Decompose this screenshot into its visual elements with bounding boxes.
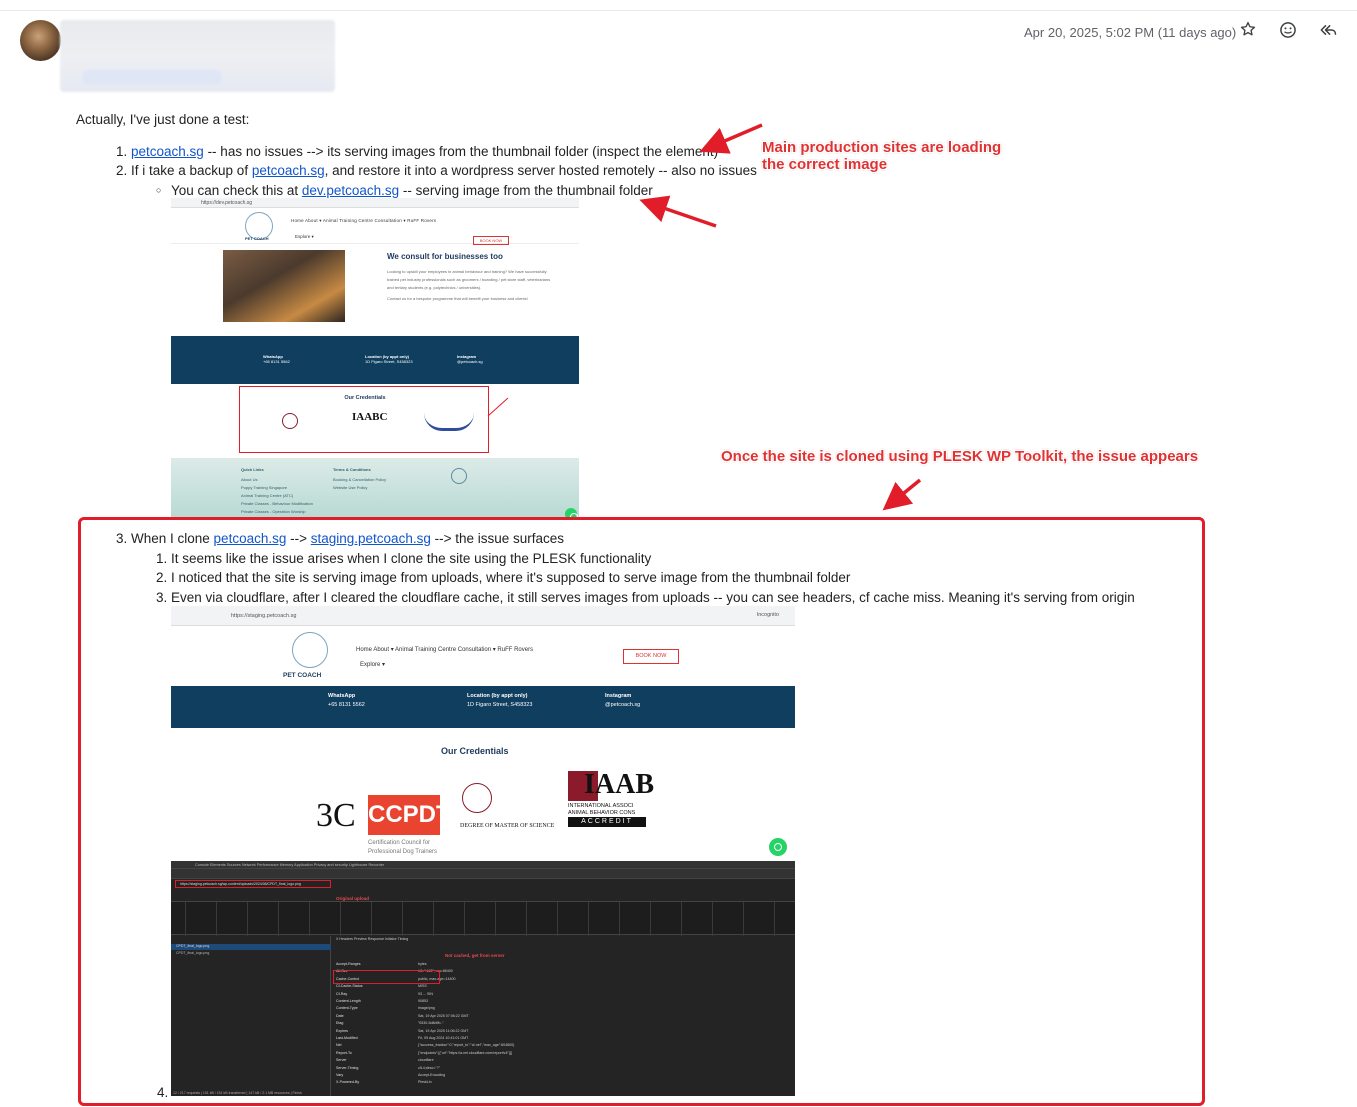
arrow-to-dev-site <box>639 195 717 228</box>
list-item: 2. If i take a backup of petcoach.sg, an… <box>76 161 1176 200</box>
site-header: PET COACH Home About ▾ Animal Training C… <box>171 208 579 245</box>
contact-text: Contact us for a bespoke programme that … <box>387 296 528 301</box>
quick-links-heading: Quick Links <box>241 467 264 472</box>
issue-highlight-box <box>78 517 1205 1106</box>
item-text: You can check this at <box>171 182 302 198</box>
item-text: -- serving image from the thumbnail fold… <box>399 182 653 198</box>
petcoach-link[interactable]: petcoach.sg <box>252 163 325 178</box>
credentials-heading: Our Credentials <box>344 395 386 401</box>
petcoach-link[interactable]: petcoach.sg <box>131 144 204 159</box>
quick-links: About Us Puppy Training Singapore Animal… <box>241 477 313 514</box>
browser-address-bar: https://dev.petcoach.sg <box>171 198 579 208</box>
iaabc-logo: IAABC <box>352 411 388 423</box>
section-text: Looking to upskill your employees in ani… <box>387 269 551 290</box>
item-text: -- has no issues --> its serving images … <box>203 143 719 159</box>
cft-logo <box>424 413 474 431</box>
intro-text: Actually, I've just done a test: <box>76 112 250 127</box>
message-body: Actually, I've just done a test: 1. petc… <box>76 110 1176 200</box>
top-divider <box>0 10 1357 11</box>
emoji-icon[interactable] <box>1276 20 1300 44</box>
item-number: 1. <box>116 143 128 159</box>
explore-menu: Explore ▾ <box>295 234 314 239</box>
contact-band: WhatsApp +65 8131 5562 Location (by appt … <box>171 336 579 384</box>
sender-info-redacted <box>60 20 335 92</box>
list-item: 1. petcoach.sg -- has no issues --> its … <box>76 142 1176 162</box>
item-text: If i take a backup of <box>131 163 252 179</box>
logo-text: PET COACH <box>245 236 269 241</box>
arrow-to-red-box <box>882 478 922 511</box>
message-date: Apr 20, 2025, 5:02 PM (11 days ago) <box>1024 25 1237 40</box>
whatsapp-info: WhatsApp +65 8131 5562 <box>263 354 290 364</box>
credentials-highlight-box: Our Credentials IAABC <box>239 386 489 453</box>
test-steps-list: 1. petcoach.sg -- has no issues --> its … <box>76 142 1176 201</box>
reply-all-icon[interactable] <box>1316 20 1340 44</box>
dev-petcoach-link[interactable]: dev.petcoach.sg <box>302 183 399 198</box>
location-info: Location (by appt only) 1D Figaro Street,… <box>365 354 413 364</box>
terms-heading: Terms & Conditions <box>333 467 371 472</box>
terms-links: Booking & Cancellation Policy Website Us… <box>333 477 387 490</box>
dev-site-screenshot: https://dev.petcoach.sg PET COACH Home A… <box>171 198 579 520</box>
university-seal <box>282 413 298 429</box>
footer-logo <box>451 468 467 484</box>
section-heading: We consult for businesses too <box>387 252 503 261</box>
seminar-photo <box>223 250 345 322</box>
clone-issue-annotation: Once the site is cloned using PLESK WP T… <box>721 448 1199 465</box>
item-text: , and restore it into a wordpress server… <box>324 163 757 179</box>
sender-avatar[interactable] <box>20 20 61 61</box>
star-icon[interactable] <box>1236 20 1260 44</box>
main-production-annotation: Main production sites are loading the co… <box>762 139 1002 173</box>
site-footer: Quick Links About Us Puppy Training Sing… <box>171 458 579 520</box>
instagram-info: Instagram @petcoach.sg <box>457 354 483 364</box>
arrow-mark <box>487 397 509 417</box>
book-now-button: BOOK NOW <box>473 236 509 245</box>
item-number: 2. <box>116 163 128 179</box>
site-nav: Home About ▾ Animal Training Centre Cons… <box>291 218 437 223</box>
